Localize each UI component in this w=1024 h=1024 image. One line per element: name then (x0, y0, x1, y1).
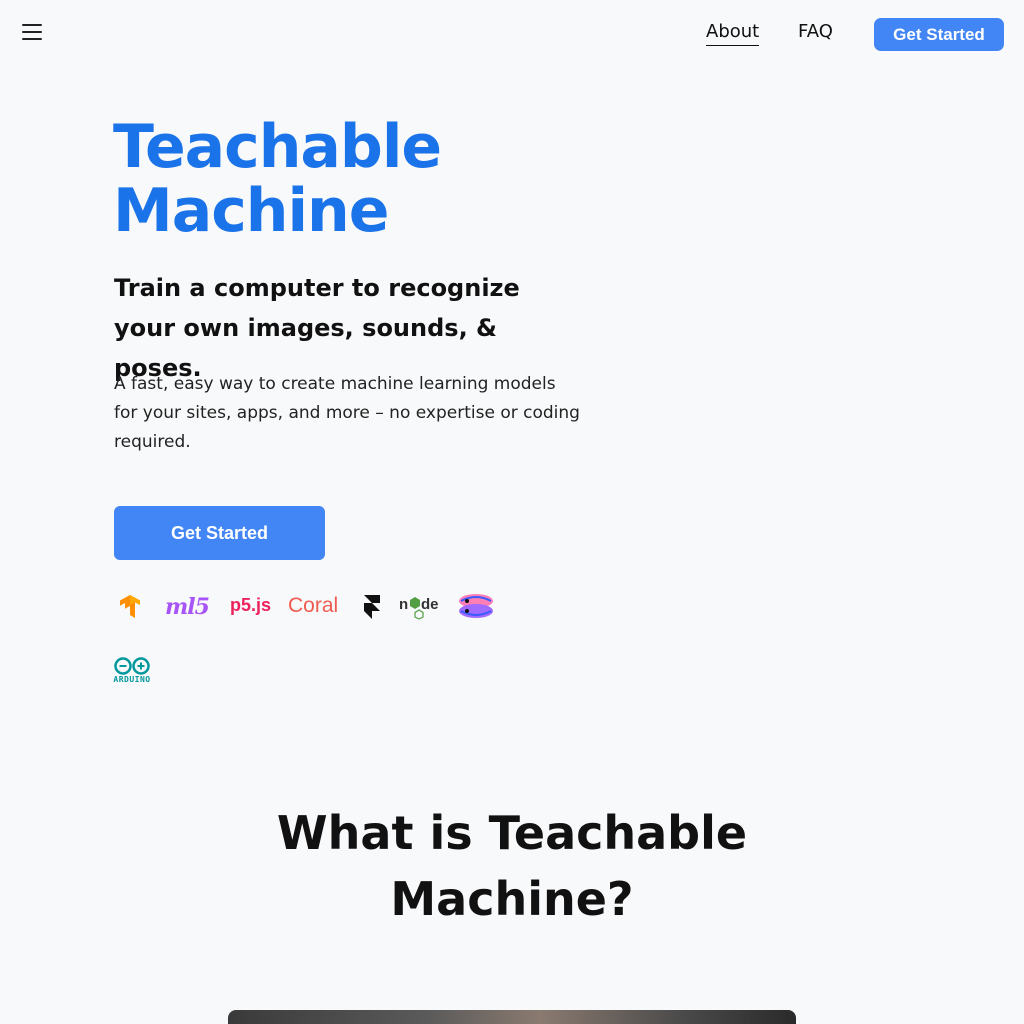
header-get-started-button[interactable]: Get Started (874, 18, 1004, 51)
svg-text:de: de (421, 596, 439, 613)
section-title-line1: What is Teachable (276, 806, 748, 860)
arduino-logo: ARDUINO (113, 656, 151, 684)
svg-text:n: n (399, 596, 408, 613)
hero-title-line2: Machine (113, 176, 389, 246)
ml5-logo: ml5 (165, 594, 210, 620)
node-logo: n de (398, 592, 440, 620)
page: About FAQ Get Started Teachable Machine … (0, 0, 1024, 1024)
glitch-logo-icon (457, 591, 495, 621)
coral-logo: Coral (288, 594, 339, 617)
hero-title-line1: Teachable (113, 112, 442, 182)
arduino-infinity-icon (114, 656, 150, 675)
nav-about-link[interactable]: About (706, 20, 760, 46)
section-title-line2: Machine? (390, 872, 634, 926)
hero-description: A fast, easy way to create machine learn… (114, 374, 580, 452)
nav-faq-link[interactable]: FAQ (798, 20, 833, 44)
tensorflow-logo-icon (118, 594, 142, 620)
section-title: What is Teachable Machine? (212, 800, 812, 932)
video-preview[interactable] (228, 1010, 796, 1024)
hero-title: Teachable Machine (113, 115, 533, 243)
hamburger-menu-icon[interactable] (22, 24, 42, 40)
p5js-logo: p5.js (230, 595, 272, 615)
framer-logo-icon (363, 595, 381, 619)
arduino-label: ARDUINO (113, 674, 151, 684)
hero-get-started-button[interactable]: Get Started (114, 506, 325, 560)
